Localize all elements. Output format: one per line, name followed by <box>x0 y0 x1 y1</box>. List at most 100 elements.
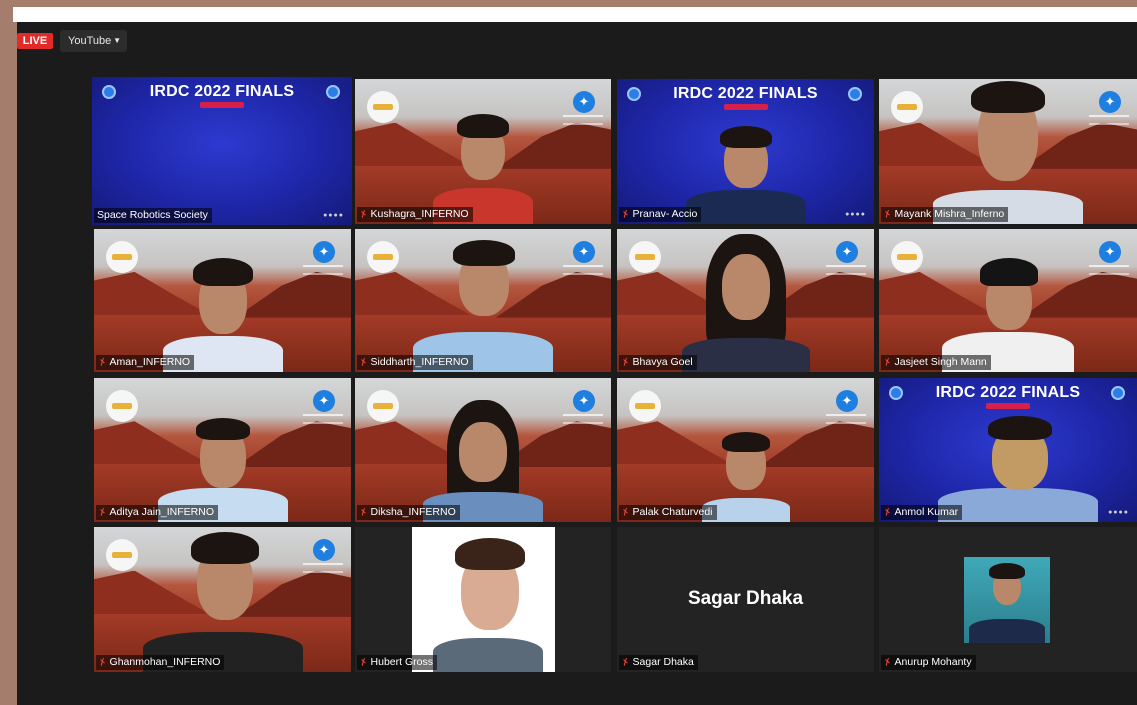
participant-name: ✗ Bhavya Goel <box>619 355 697 370</box>
participant-tile[interactable]: IRDC 2022 FINALS ✗ Pranav- Accio ●●●● <box>617 79 874 224</box>
banner-title: IRDC 2022 FINALS <box>673 85 818 102</box>
more-options-icon[interactable]: ●●●● <box>845 211 866 218</box>
participant-tile[interactable]: ✦ ✗ Bhavya Goel <box>617 229 874 372</box>
mic-muted-icon: ✗ <box>97 506 108 519</box>
mic-muted-icon: ✗ <box>358 506 369 519</box>
logo-caption <box>1089 115 1129 125</box>
participant-video <box>938 406 1098 522</box>
team-logo-icon <box>891 91 923 123</box>
participant-tile[interactable]: IRDC 2022 FINALS ✗ Anmol Kumar ●●●● <box>879 378 1137 522</box>
logo-caption <box>563 414 603 424</box>
participant-name: ✗ Siddharth_INFERNO <box>357 355 473 370</box>
team-logo-icon <box>367 241 399 273</box>
logo-caption <box>826 414 866 424</box>
participant-tile[interactable]: ✦ ✗ Jasjeet Singh Mann <box>879 229 1137 372</box>
participant-name: ✗ Anurup Mohanty <box>881 655 976 670</box>
mic-muted-icon: ✗ <box>620 208 631 221</box>
participant-video <box>685 124 806 224</box>
mic-muted-icon: ✗ <box>620 506 631 519</box>
participant-tile[interactable]: ✦ ✗ Aditya Jain_INFERNO <box>94 378 351 522</box>
team-logo-icon <box>367 390 399 422</box>
live-badge: LIVE <box>17 33 53 49</box>
more-options-icon[interactable]: ●●●● <box>1108 509 1129 516</box>
participant-name: ✗ Aman_INFERNO <box>96 355 195 370</box>
logo-caption <box>563 115 603 125</box>
participant-name: ✗ Palak Chaturvedi <box>619 505 717 520</box>
banner-title: IRDC 2022 FINALS <box>935 384 1081 401</box>
participant-name: ✗ Pranav- Accio <box>619 207 702 222</box>
mic-muted-icon: ✗ <box>882 208 893 221</box>
logo-caption <box>303 414 343 424</box>
participant-tile[interactable]: IRDC 2022 FINALS Space Robotics Society … <box>92 77 352 225</box>
participant-name: ✗ Sagar Dhaka <box>619 655 698 670</box>
team-logo-icon <box>106 241 138 273</box>
participant-tile[interactable]: ✦ ✗ Kushagra_INFERNO <box>355 79 611 224</box>
mic-muted-icon: ✗ <box>97 356 108 369</box>
space-robotics-logo-icon: ✦ <box>573 241 595 263</box>
participant-tile[interactable]: ✦ ✗ Siddharth_INFERNO <box>355 229 611 372</box>
stream-target-dropdown[interactable]: YouTube ▼ <box>60 30 127 52</box>
more-options-icon[interactable]: ●●●● <box>323 212 344 219</box>
space-robotics-logo-icon: ✦ <box>573 91 595 113</box>
participant-name: ✗ Hubert Gross <box>357 655 437 670</box>
participant-tile[interactable]: ✗ Anurup Mohanty <box>879 527 1137 672</box>
mic-muted-icon: ✗ <box>358 356 369 369</box>
logo-caption <box>303 563 343 573</box>
participant-tile[interactable]: Sagar Dhaka ✗ Sagar Dhaka <box>617 527 874 672</box>
banner-date-badge <box>723 104 768 110</box>
participant-video <box>423 400 543 522</box>
participant-video <box>413 236 553 372</box>
participant-tile[interactable]: ✦ ✗ Palak Chaturvedi <box>617 378 874 522</box>
participant-tile[interactable]: ✦ ✗ Mayank Mishra_Inferno <box>879 79 1137 224</box>
participant-video <box>433 104 533 224</box>
space-robotics-logo-icon: ✦ <box>313 241 335 263</box>
logo-caption <box>563 265 603 275</box>
team-logo-icon <box>367 91 399 123</box>
space-robotics-logo-icon: ✦ <box>1099 91 1121 113</box>
team-logo-icon <box>629 390 661 422</box>
participant-tile[interactable]: ✦ ✗ Ghanmohan_INFERNO <box>94 527 351 672</box>
space-robotics-logo-icon: ✦ <box>573 390 595 412</box>
participant-video <box>157 400 288 522</box>
mic-muted-icon: ✗ <box>882 656 893 669</box>
stream-target-label: YouTube <box>68 35 112 47</box>
participant-name: ✗ Aditya Jain_INFERNO <box>96 505 218 520</box>
logo-caption <box>1089 265 1129 275</box>
caret-down-icon: ▼ <box>113 36 121 45</box>
participant-video <box>681 232 810 372</box>
participant-name: ✗ Jasjeet Singh Mann <box>881 355 991 370</box>
participant-name: ✗ Mayank Mishra_Inferno <box>881 207 1009 222</box>
participant-tile[interactable]: ✗ Hubert Gross <box>355 527 611 672</box>
participant-video <box>142 530 303 672</box>
participant-name: ✗ Kushagra_INFERNO <box>357 207 473 222</box>
space-robotics-logo-icon: ✦ <box>313 390 335 412</box>
mic-muted-icon: ✗ <box>358 656 369 669</box>
team-logo-icon <box>629 241 661 273</box>
logo-caption <box>826 265 866 275</box>
participant-video <box>933 79 1083 224</box>
banner-date-badge <box>200 102 244 108</box>
address-bar-strip <box>13 7 1137 22</box>
participant-tile[interactable]: ✦ ✗ Diksha_INFERNO <box>355 378 611 522</box>
mic-muted-icon: ✗ <box>620 656 631 669</box>
team-logo-icon <box>891 241 923 273</box>
participant-video <box>433 534 543 672</box>
mic-muted-icon: ✗ <box>620 356 631 369</box>
participant-tile[interactable]: ✦ ✗ Aman_INFERNO <box>94 229 351 372</box>
logo-caption <box>303 265 343 275</box>
participant-name: ✗ Anmol Kumar <box>881 505 963 520</box>
participant-video <box>942 252 1074 372</box>
team-logo-icon <box>106 539 138 571</box>
mic-muted-icon: ✗ <box>358 208 369 221</box>
mic-muted-icon: ✗ <box>882 506 893 519</box>
space-robotics-logo-icon: ✦ <box>313 539 335 561</box>
participant-video <box>162 244 283 372</box>
space-robotics-logo-icon: ✦ <box>1099 241 1121 263</box>
camera-off-name: Sagar Dhaka <box>687 588 804 609</box>
participant-name: Space Robotics Society <box>94 208 212 223</box>
participant-video <box>701 432 790 522</box>
mic-muted-icon: ✗ <box>882 356 893 369</box>
space-robotics-logo-icon: ✦ <box>836 241 858 263</box>
profile-photo-person <box>969 563 1045 643</box>
participant-name: ✗ Ghanmohan_INFERNO <box>96 655 225 670</box>
